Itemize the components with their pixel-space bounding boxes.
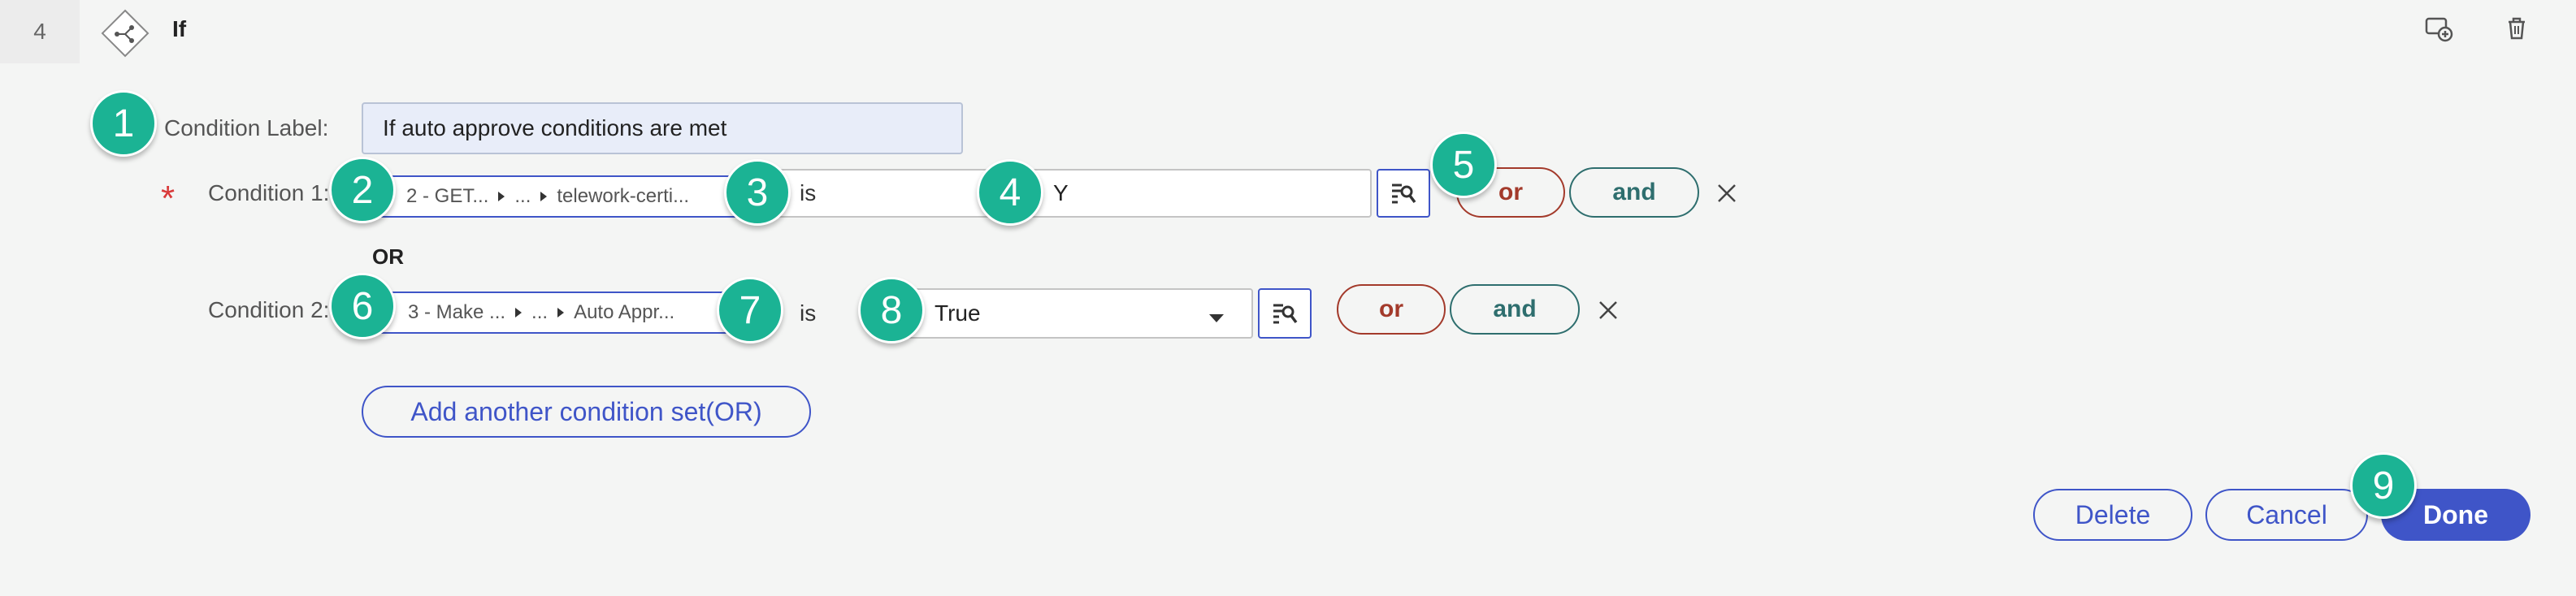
add-condition-set-button[interactable]: Add another condition set(OR): [362, 386, 811, 438]
or-button[interactable]: or: [1337, 284, 1446, 335]
condition-1-label: Condition 1:: [208, 180, 330, 205]
delete-button[interactable]: Delete: [2033, 489, 2192, 541]
condition-label-caption: Condition Label:: [164, 115, 329, 140]
callout-badge: 6: [329, 273, 396, 339]
path-segment: 2 - GET...: [406, 185, 489, 207]
trash-icon[interactable]: [2501, 13, 2532, 44]
value-picker-button[interactable]: [1258, 288, 1312, 339]
caret-right-icon: [498, 192, 505, 201]
close-icon[interactable]: [1715, 181, 1739, 205]
picker-icon: [1273, 304, 1298, 324]
comment-add-icon[interactable]: [2423, 13, 2454, 44]
condition-2-path-field[interactable]: 3 - Make ... ... Auto Appr...: [364, 292, 744, 334]
path-segment: ...: [531, 301, 549, 323]
condition-1-path-field[interactable]: 2 - GET... ... telework-certi...: [364, 175, 746, 218]
picker-icon: [1392, 184, 1416, 204]
step-title: If: [172, 16, 187, 41]
caret-right-icon: [540, 192, 548, 201]
cancel-button[interactable]: Cancel: [2205, 489, 2368, 541]
branch-icon: [101, 9, 150, 58]
and-button[interactable]: and: [1569, 167, 1699, 218]
callout-badge: 8: [858, 277, 925, 343]
callout-badge: 3: [724, 159, 791, 226]
condition-label-input[interactable]: If auto approve conditions are met: [362, 102, 963, 154]
callout-badge: 9: [2350, 452, 2417, 519]
close-icon[interactable]: [1596, 298, 1620, 322]
condition-2-label: Condition 2:: [208, 297, 330, 322]
callout-badge: 5: [1430, 132, 1497, 198]
callout-badge: 1: [90, 90, 157, 157]
step-number: 4: [0, 0, 80, 63]
or-separator: OR: [372, 244, 404, 269]
path-segment: Auto Appr...: [574, 301, 675, 323]
callout-badge: 2: [329, 157, 396, 223]
caret-right-icon: [515, 308, 523, 317]
required-marker: *: [161, 179, 176, 218]
value-picker-button[interactable]: [1377, 169, 1430, 218]
chevron-down-icon: [1209, 314, 1224, 322]
condition-2-value-select[interactable]: True: [892, 288, 1253, 339]
callout-badge: 4: [977, 159, 1043, 226]
path-segment: telework-certi...: [557, 185, 690, 207]
condition-1-value-input[interactable]: Y: [990, 169, 1372, 218]
path-segment: 3 - Make ...: [408, 301, 506, 323]
and-button[interactable]: and: [1450, 284, 1580, 335]
caret-right-icon: [557, 308, 565, 317]
selected-value: True: [935, 300, 981, 326]
path-segment: ...: [514, 185, 531, 207]
callout-badge: 7: [717, 277, 783, 343]
